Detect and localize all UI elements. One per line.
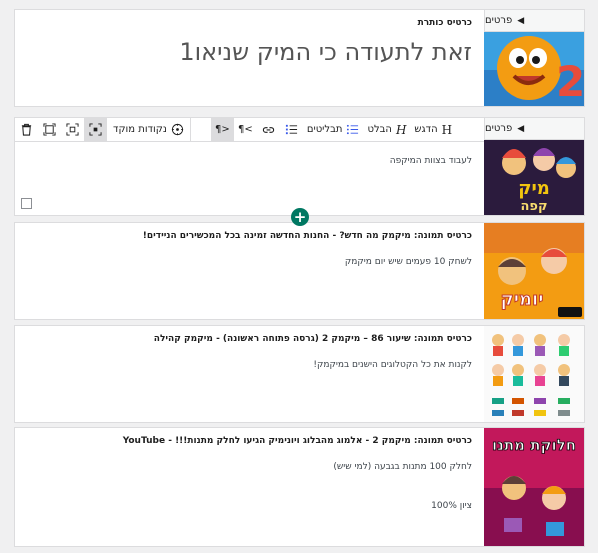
image-card: כרטיס תמונה: מיקמק מה חדש? - החנות החדשה… xyxy=(14,222,585,320)
image-card-content: כרטיס תמונה: שיעור 86 – מיקמק 2 (גרסה פת… xyxy=(15,326,484,422)
image-card-content: כרטיס תמונה: מיקמק 2 - אלמוג מהבלוג ויונ… xyxy=(15,428,484,546)
formatting-toolbar: נקודות מוקד ¶> ¶< תבליטים H הבלט H הדגש xyxy=(15,117,484,142)
card-text[interactable]: לעבוד בצוות המיקפה xyxy=(27,156,472,167)
link-button[interactable] xyxy=(257,118,280,142)
fit-icon xyxy=(66,123,79,136)
catalog-items-image xyxy=(484,326,584,422)
image-card-thumbnail[interactable] xyxy=(484,326,584,422)
image-card: כרטיס תמונה: שיעור 86 – מיקמק 2 (גרסה פת… xyxy=(14,325,585,423)
toolbar-separator xyxy=(189,117,191,142)
svg-text:קפה: קפה xyxy=(520,199,547,214)
rtl-button[interactable]: ¶> xyxy=(210,117,234,142)
card-type-label: כרטיס כותרת xyxy=(417,18,472,28)
title-card-content: כרטיס כותרת זאת לתעודה כי המיק שניאו1 xyxy=(15,10,484,106)
card-checkbox[interactable] xyxy=(21,198,32,209)
link-icon xyxy=(262,127,274,133)
italic-icon: H xyxy=(395,122,407,137)
editing-card: נקודות מוקד ¶> ¶< תבליטים H הבלט H הדגש … xyxy=(14,117,585,216)
caret-left-icon: ◀ xyxy=(517,123,525,134)
numbered-list-icon xyxy=(285,124,297,135)
fill-icon xyxy=(89,123,102,136)
card-text[interactable]: לקנות את כל הקטלוגים הישנים במיקמק! xyxy=(27,360,472,371)
card-text[interactable]: ציון 100% xyxy=(27,501,472,512)
image-card-thumbnail[interactable]: חלוקת מתנו xyxy=(484,428,584,546)
editing-card-thumbnail[interactable]: מיק קפה ◀ פרטים xyxy=(484,118,584,215)
fit-button[interactable] xyxy=(61,118,84,142)
fill-button[interactable] xyxy=(84,117,107,142)
svg-text:מיק: מיק xyxy=(518,178,550,199)
delete-button[interactable] xyxy=(15,118,38,142)
title-text[interactable]: זאת לתעודה כי המיק שניאו1 xyxy=(27,38,472,66)
mickmack-game-image: יומיק xyxy=(484,223,584,319)
card-text[interactable]: לחלק 100 מתנות בגבעה (למי שיש) xyxy=(27,462,472,473)
trash-icon xyxy=(21,123,32,136)
focus-points-label: נקודות מוקד xyxy=(113,124,167,135)
details-label: פרטים xyxy=(485,123,513,134)
title-card: כרטיס כותרת זאת לתעודה כי המיק שניאו1 2 … xyxy=(14,9,585,107)
heading-icon: H xyxy=(441,122,453,137)
details-toggle[interactable]: ◀ פרטים xyxy=(484,10,584,32)
add-card-button[interactable]: + xyxy=(291,208,309,226)
caret-left-icon: ◀ xyxy=(517,15,525,26)
card-title[interactable]: כרטיס תמונה: שיעור 86 – מיקמק 2 (גרסה פת… xyxy=(27,334,472,344)
details-toggle[interactable]: ◀ פרטים xyxy=(484,118,584,140)
highlight-button[interactable]: H הדגש xyxy=(410,118,456,142)
bullets-button[interactable]: תבליטים xyxy=(303,118,364,142)
bullets-label: תבליטים xyxy=(306,124,343,135)
image-card-thumbnail[interactable]: יומיק xyxy=(484,223,584,319)
title-card-thumbnail[interactable]: 2 ◀ פרטים xyxy=(484,10,584,106)
editing-card-content: לעבוד בצוות המיקפה xyxy=(15,142,484,215)
fullscreen-button[interactable] xyxy=(38,118,61,142)
gift-distribution-image: חלוקת מתנו xyxy=(484,428,584,546)
image-card-content: כרטיס תמונה: מיקמק מה חדש? - החנות החדשה… xyxy=(15,223,484,319)
details-label: פרטים xyxy=(485,15,513,26)
emphasis-label: הבלט xyxy=(367,124,392,135)
card-title[interactable]: כרטיס תמונה: מיקמק 2 - אלמוג מהבלוג ויונ… xyxy=(27,436,472,446)
bullet-list-icon xyxy=(347,124,359,135)
svg-text:יומיק: יומיק xyxy=(500,289,543,310)
svg-text:2: 2 xyxy=(556,57,584,106)
focus-points-icon xyxy=(171,123,183,136)
highlight-label: הדגש xyxy=(414,124,438,135)
svg-text:חלוקת מתנו: חלוקת מתנו xyxy=(492,436,576,454)
image-card: כרטיס תמונה: מיקמק 2 - אלמוג מהבלוג ויונ… xyxy=(14,427,585,547)
emphasis-button[interactable]: H הבלט xyxy=(363,118,410,142)
expand-icon xyxy=(43,123,56,136)
focus-points-button[interactable]: נקודות מוקד xyxy=(107,118,190,142)
card-text[interactable]: לשחק 10 פעמים שיש יום מיקמק xyxy=(27,257,472,268)
list-button[interactable] xyxy=(280,118,303,142)
ltr-button[interactable]: ¶< xyxy=(234,118,257,142)
card-title[interactable]: כרטיס תמונה: מיקמק מה חדש? - החנות החדשה… xyxy=(27,231,472,241)
